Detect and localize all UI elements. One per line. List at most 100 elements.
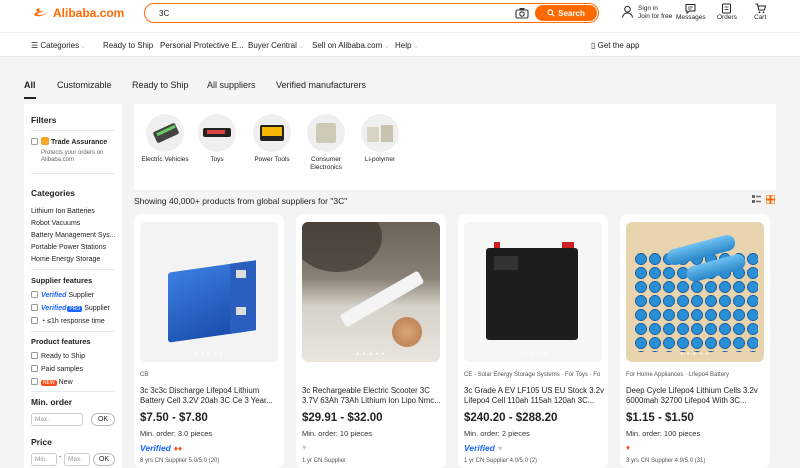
cart-label: Cart (754, 14, 767, 21)
nav-ready-to-ship[interactable]: Ready to Ship (103, 41, 153, 50)
category-link[interactable]: Robot Vacuums (31, 220, 80, 227)
min-order-input[interactable]: Max. (31, 413, 83, 426)
message-icon (685, 4, 696, 14)
category-consumer-electronics[interactable]: Consumer Electronics (298, 114, 354, 172)
nav-ppe[interactable]: Personal Protective E... (160, 41, 244, 50)
checkbox[interactable] (31, 352, 38, 359)
product-tag: CB (140, 372, 149, 378)
tab-ready-to-ship[interactable]: Ready to Ship (132, 80, 189, 90)
nav-get-app[interactable]: ▯ Get the app (591, 41, 639, 50)
price-min-input[interactable]: Min. (31, 453, 57, 466)
product-card[interactable]: ● ● ● ● ● 3c Rechargeable Electric Scoot… (296, 214, 446, 468)
product-card[interactable]: ● ● ● ● ● CE · Solar Energy Storage Syst… (458, 214, 608, 468)
category-link[interactable]: Portable Power Stations (31, 244, 106, 251)
carousel-dots: ● ● ● ● ● (194, 351, 224, 357)
product-image[interactable]: ● ● ● ● ● (464, 222, 602, 362)
min-order-title: Min. order (31, 397, 73, 407)
supplier-badges: ♦ (626, 443, 630, 452)
supplier-info[interactable]: 1 yr CN Supplier 4.0/5.0 (2) (464, 458, 537, 464)
carousel-dots: ● ● ● ● ● (680, 351, 710, 357)
category-li-polymer[interactable]: Li-polymer (352, 114, 408, 164)
checkbox[interactable] (31, 378, 38, 385)
price-ok-button[interactable]: OK (93, 453, 115, 466)
verified-badge: Verified (464, 443, 495, 453)
orders-button[interactable]: Orders (717, 3, 737, 21)
product-title[interactable]: 3c Grade A EV LF105 US EU Stock 3.2v Lif… (464, 386, 604, 406)
paid-samples-filter[interactable]: Paid samples (31, 365, 83, 373)
tab-verified-manufacturers[interactable]: Verified manufacturers (276, 80, 366, 90)
tab-customizable[interactable]: Customizable (57, 80, 112, 90)
sign-in-label: Sign in (638, 5, 658, 12)
divider (31, 331, 115, 332)
verified-supplier-filter[interactable]: Verified Supplier (31, 291, 94, 299)
supplier-info[interactable]: 8 yrs CN Supplier 5.0/5.0 (20) (140, 458, 219, 464)
response-time-filter[interactable]: ◔ ≤1h response time (31, 317, 105, 325)
product-price: $29.91 - $32.00 (302, 412, 383, 424)
nav-help[interactable]: Help ⌵ (395, 41, 418, 51)
camera-icon[interactable] (515, 7, 529, 19)
trade-assurance-filter[interactable]: Trade Assurance (31, 137, 107, 146)
category-toys[interactable]: Toys (189, 114, 245, 164)
ready-to-ship-filter[interactable]: Ready to Ship (31, 352, 85, 360)
view-toggle (752, 195, 775, 204)
result-tabs: All Customizable Ready to Ship All suppl… (0, 57, 800, 102)
list-view-icon[interactable] (752, 195, 761, 204)
product-tag: For Home Appliances · Lifepo4 Battery (626, 372, 730, 378)
alibaba-logo[interactable]: Alibaba.com (32, 6, 124, 20)
chevron-down-icon: ⌵ (81, 44, 86, 50)
category-power-tools[interactable]: Power Tools (244, 114, 300, 164)
divider (31, 269, 115, 270)
cart-button[interactable]: Cart (754, 3, 766, 21)
checkbox[interactable] (31, 365, 38, 372)
carousel-dots: ● ● ● ● ● (356, 351, 386, 357)
chevron-down-icon: ⌵ (298, 44, 304, 50)
heart-icon: ♥ (302, 443, 307, 452)
hamburger-icon: ☰ (31, 41, 41, 50)
grid-view-icon[interactable] (766, 195, 775, 204)
nav-sell[interactable]: Sell on Alibaba.com ⌵ (312, 41, 389, 51)
checkbox[interactable] (31, 317, 38, 324)
min-order-ok-button[interactable]: OK (91, 413, 115, 426)
sign-in-link[interactable]: Sign in Join for free (621, 5, 672, 21)
product-card[interactable]: ● ● ● ● ● For Home Appliances · Lifepo4 … (620, 214, 770, 468)
verified-pro-filter[interactable]: Verified PRO Supplier (31, 304, 110, 312)
product-price: $7.50 - $7.80 (140, 412, 208, 424)
search-bar: Search (144, 3, 599, 23)
product-title[interactable]: 3c 3c3c Discharge Lifepo4 Lithium Batter… (140, 386, 280, 406)
category-link[interactable]: Battery Management Sys... (31, 232, 115, 239)
product-price: $240.20 - $288.20 (464, 412, 558, 424)
category-link[interactable]: Lithium Ion Batteries (31, 208, 95, 215)
phone-icon: ▯ (591, 41, 598, 50)
supplier-info[interactable]: 1 yr CN Supplier (302, 458, 346, 464)
search-input[interactable] (159, 6, 489, 20)
checkbox[interactable] (31, 291, 38, 298)
nav-buyer-central[interactable]: Buyer Central ⌵ (248, 41, 303, 51)
category-link[interactable]: Home Energy Storage (31, 256, 100, 263)
logo-text: Alibaba.com (53, 6, 125, 20)
messages-button[interactable]: Messages (676, 3, 706, 21)
price-max-input[interactable]: Max. (64, 453, 90, 466)
tab-all-suppliers[interactable]: All suppliers (207, 80, 256, 90)
product-card[interactable]: ● ● ● ● ● CB 3c 3c3c Discharge Lifepo4 L… (134, 214, 284, 468)
checkbox[interactable] (31, 138, 38, 145)
cart-icon (755, 3, 766, 14)
tab-all[interactable]: All (24, 80, 36, 99)
diamond-icon: ♦ (626, 443, 631, 452)
product-title[interactable]: 3c Rechargeable Electric Scooter 3C 3.7V… (302, 386, 442, 406)
nav-categories[interactable]: ☰ Categories ⌵ (31, 41, 86, 51)
product-title[interactable]: Deep Cycle Lifepo4 Lithium Cells 3.2v 60… (626, 386, 766, 406)
checkbox[interactable] (31, 304, 38, 311)
results-count: Showing 40,000+ products from global sup… (134, 196, 348, 206)
main-nav: ☰ Categories ⌵ Ready to Ship Personal Pro… (0, 32, 800, 57)
trade-desc: Protects your orders on (41, 150, 104, 156)
verified-badge: Verified (140, 443, 171, 453)
supplier-info[interactable]: 3 yrs CN Supplier 4.9/5.0 (31) (626, 458, 705, 464)
search-button[interactable]: Search (535, 5, 597, 21)
product-image[interactable]: ● ● ● ● ● (140, 222, 278, 362)
new-filter[interactable]: NEW New (31, 378, 73, 386)
category-electric-vehicles[interactable]: Electric Vehicles (137, 114, 193, 164)
min-order: Min. order: 2 pieces (464, 429, 530, 438)
product-image[interactable]: ● ● ● ● ● (626, 222, 764, 362)
product-image[interactable]: ● ● ● ● ● (302, 222, 440, 362)
divider (31, 173, 115, 174)
